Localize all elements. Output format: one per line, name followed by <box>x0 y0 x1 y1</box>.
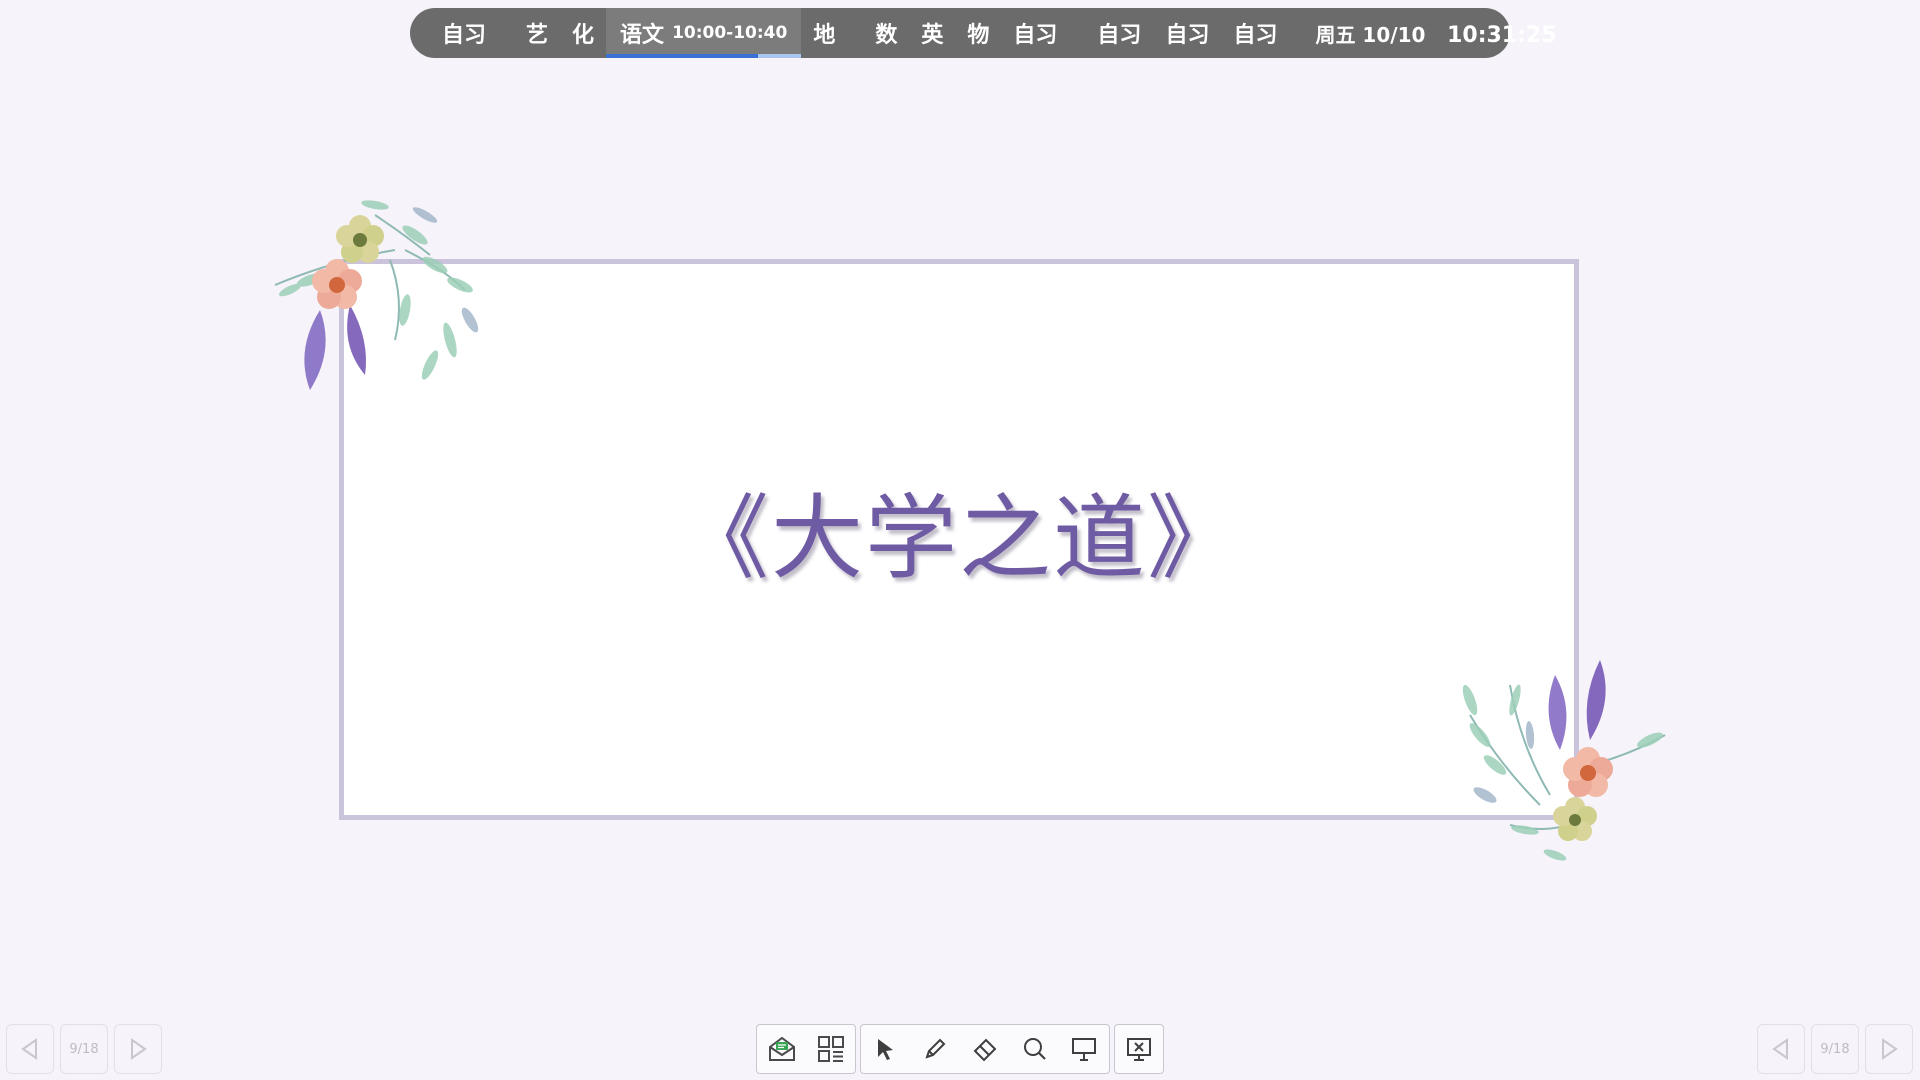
qr-grid-icon <box>817 1036 844 1062</box>
floral-decoration-icon <box>1462 660 1666 861</box>
envelope-button[interactable] <box>765 1032 799 1066</box>
schedule-group-3: 数 英 物 自习 <box>863 8 1069 58</box>
schedule-item: 自习 <box>1097 23 1142 48</box>
triangle-left-icon <box>21 1038 37 1060</box>
exit-presentation-icon <box>1127 1038 1151 1061</box>
schedule-item: 地 <box>813 23 836 48</box>
schedule-item: 自习 <box>442 23 487 48</box>
schedule-item-current: 语文 10:00-10:40 <box>606 8 802 58</box>
current-period-time: 10:00-10:40 <box>672 23 788 43</box>
page-indicator-left: 9/18 <box>60 1024 108 1074</box>
page-counter-label: 9/18 <box>69 1041 99 1057</box>
schedule-item: 自习 <box>1233 23 1278 48</box>
eraser-icon <box>973 1038 997 1062</box>
schedule-group-4: 自习 自习 自习 <box>1085 8 1289 58</box>
next-page-button-left[interactable] <box>114 1024 162 1074</box>
clock-label: 10:31:25 <box>1447 22 1557 48</box>
triangle-right-icon <box>1882 1038 1898 1060</box>
pointer-icon <box>877 1039 893 1060</box>
period-progress-bar <box>606 54 802 58</box>
whiteboard-icon <box>1072 1038 1097 1061</box>
class-schedule-bar: 自习 艺 化 语文 10:00-10:40 地 数 英 物 自习 自习 自习 自… <box>410 8 1557 58</box>
prev-page-button-left[interactable] <box>6 1024 54 1074</box>
toolbar-group-annotate <box>860 1024 1110 1074</box>
date-label: 周五 10/10 <box>1315 22 1426 47</box>
floral-decoration-icon <box>274 200 479 390</box>
period-progress-fill <box>606 54 759 58</box>
pen-tool-button[interactable] <box>918 1032 952 1066</box>
schedule-item: 数 <box>875 23 898 48</box>
whiteboard-tool-button[interactable] <box>1067 1032 1101 1066</box>
schedule-item: 自习 <box>1165 23 1210 48</box>
prev-page-button-right[interactable] <box>1757 1024 1805 1074</box>
schedule-group-2: 艺 化 语文 10:00-10:40 地 <box>514 8 847 58</box>
presentation-screen: 自习 艺 化 语文 10:00-10:40 地 数 英 物 自习 自习 自习 自… <box>0 0 1920 1080</box>
page-counter-label: 9/18 <box>1820 1041 1850 1057</box>
slide-title: 《大学之道》 <box>676 485 1241 592</box>
triangle-left-icon <box>1772 1038 1788 1060</box>
pen-icon <box>925 1038 946 1059</box>
magnifier-tool-button[interactable] <box>1018 1032 1052 1066</box>
eraser-tool-button[interactable] <box>968 1032 1002 1066</box>
qr-grid-button[interactable] <box>814 1032 848 1066</box>
date-time-display: 周五 10/10 10:31:25 <box>1305 19 1566 48</box>
toolbar-group-apps <box>756 1024 856 1074</box>
schedule-item: 自习 <box>1013 23 1058 48</box>
schedule-item: 化 <box>572 23 595 48</box>
schedule-item: 物 <box>967 23 990 48</box>
schedule-group-1: 自习 <box>430 8 498 58</box>
slide-frame: 《大学之道》 <box>339 259 1579 820</box>
search-icon <box>1023 1038 1046 1060</box>
exit-presentation-button[interactable] <box>1122 1032 1156 1066</box>
pointer-tool-button[interactable] <box>869 1032 903 1066</box>
triangle-right-icon <box>131 1038 147 1060</box>
page-indicator-right: 9/18 <box>1811 1024 1859 1074</box>
toolbar-group-exit <box>1114 1024 1164 1074</box>
schedule-item: 艺 <box>526 23 549 48</box>
next-page-button-right[interactable] <box>1865 1024 1913 1074</box>
schedule-item: 英 <box>921 23 944 48</box>
envelope-icon <box>768 1036 795 1061</box>
current-subject-label: 语文 <box>620 23 665 48</box>
